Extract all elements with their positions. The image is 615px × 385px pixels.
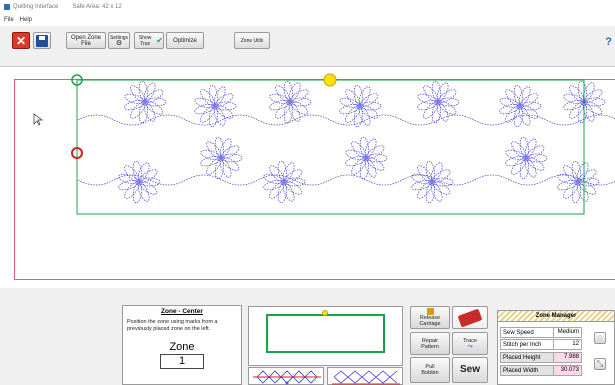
floppy-disk-icon — [36, 34, 48, 47]
speed-adjust-icon[interactable]: ◌ — [594, 332, 606, 344]
save-button[interactable] — [33, 32, 51, 49]
release-carriage-icon — [426, 308, 434, 315]
help-icon[interactable]: ? — [605, 36, 612, 48]
stitch-vine — [77, 174, 615, 186]
toolbox-icon — [457, 308, 483, 327]
trace-button[interactable]: Trace ⤳ — [452, 332, 488, 355]
zone-preview-origin-dot — [322, 310, 328, 316]
checkmark-icon: ✔ — [156, 35, 163, 45]
flower-motif — [124, 80, 167, 124]
zone-number-field[interactable]: 1 — [160, 354, 204, 369]
title-bar: Quilting Interface Safe Area: 42 x 12 — [0, 0, 615, 14]
menu-bar: File Help — [0, 14, 615, 26]
sew-speed-value[interactable]: Medium — [553, 328, 581, 337]
placed-width-value[interactable]: 30.073 — [553, 366, 581, 375]
pull-bobbin-label: Pull Bobbin — [421, 364, 439, 376]
optimize-button[interactable]: Optimize — [166, 32, 204, 49]
stitch-pattern-overlay — [33, 73, 615, 215]
flower-motif — [194, 84, 237, 128]
placed-height-label: Placed Height — [503, 354, 541, 361]
flower-motif — [505, 136, 548, 180]
close-icon: ✕ — [15, 33, 27, 48]
zone-manager-title: Zone Manager — [498, 311, 614, 322]
flower-motif — [499, 84, 542, 128]
zone-layout-option-stacked[interactable] — [248, 367, 324, 385]
quilting-app-window: Quilting Interface Safe Area: 42 x 12 Fi… — [0, 0, 615, 385]
zone-manager-panel: Zone Manager Sew Speed Medium Stitch per… — [497, 310, 615, 385]
release-carriage-label: Release Carriage — [419, 315, 441, 327]
zone-layout-single-icon — [332, 370, 400, 385]
zone-preview[interactable] — [248, 306, 403, 366]
flower-motif — [339, 84, 382, 128]
sew-button[interactable]: Sew — [452, 357, 488, 383]
flower-motif — [345, 136, 388, 180]
sew-speed-label: Sew Speed — [503, 329, 534, 336]
close-button[interactable]: ✕ — [12, 32, 30, 49]
stitch-per-inch-label: Stitch per Inch — [503, 341, 542, 348]
placed-width-label: Placed Width — [503, 367, 539, 374]
sewing-machine-icon: ⚙ — [115, 39, 123, 47]
zone-info-panel: Zone - Center Position the zone using ma… — [122, 305, 242, 385]
stitch-pattern — [77, 80, 615, 204]
repair-pattern-button[interactable]: Repair Pattern — [410, 332, 450, 355]
safe-area-readout: Safe Area: 42 x 12 — [72, 4, 122, 10]
menu-help[interactable]: Help — [20, 17, 32, 23]
stitch-per-inch-row[interactable]: Stitch per Inch 12 — [500, 339, 582, 350]
quilting-canvas[interactable] — [0, 54, 615, 288]
bottom-panel: Zone - Center Position the zone using ma… — [0, 288, 615, 385]
zone-utils-button[interactable]: Zone Utils — [234, 32, 270, 49]
stitch-per-inch-value[interactable]: 12 — [553, 340, 581, 349]
flower-motif — [557, 160, 600, 204]
sew-speed-row[interactable]: Sew Speed Medium — [500, 327, 582, 338]
zone-panel-description: Position the zone using marks from a pre… — [127, 319, 218, 332]
pull-bobbin-button[interactable]: Pull Bobbin — [410, 357, 450, 383]
release-carriage-button[interactable]: Release Carriage — [410, 306, 450, 329]
trace-path-icon: ⤳ — [467, 342, 473, 350]
show-true-button[interactable]: Show True ✔ — [134, 32, 164, 49]
app-icon — [4, 4, 10, 10]
sew-label: Sew — [459, 364, 480, 375]
window-title: Quilting Interface — [13, 4, 59, 10]
menu-file[interactable]: File — [4, 17, 14, 23]
flower-motif — [417, 80, 460, 124]
zone-label: Zone — [169, 341, 195, 353]
repair-pattern-label: Repair Pattern — [421, 337, 439, 350]
show-true-label: Show True — [138, 34, 152, 47]
yellow-origin-marker[interactable] — [323, 73, 337, 87]
zone-layout-stacked-icon — [253, 370, 321, 385]
mouse-cursor-icon — [33, 113, 44, 126]
placed-height-value[interactable]: 7.988 — [553, 353, 581, 362]
zone-layout-option-single[interactable] — [327, 367, 403, 385]
flower-motif — [269, 80, 312, 124]
resize-icon[interactable]: ⤡ — [594, 358, 606, 370]
toolbox-button[interactable] — [452, 306, 488, 329]
flower-motif — [200, 136, 243, 180]
placed-height-row[interactable]: Placed Height 7.988 — [500, 352, 582, 363]
zone-preview-outline — [266, 314, 385, 353]
toolbar: ✕ Open Zone File Settings ⚙ Show True ✔ … — [0, 26, 615, 54]
flower-motif — [411, 160, 454, 204]
settings-button[interactable]: Settings ⚙ — [108, 32, 130, 49]
placed-width-row[interactable]: Placed Width 30.073 — [500, 365, 582, 376]
zone-panel-title: Zone - Center — [161, 308, 203, 315]
open-zone-file-button[interactable]: Open Zone File — [66, 32, 106, 49]
